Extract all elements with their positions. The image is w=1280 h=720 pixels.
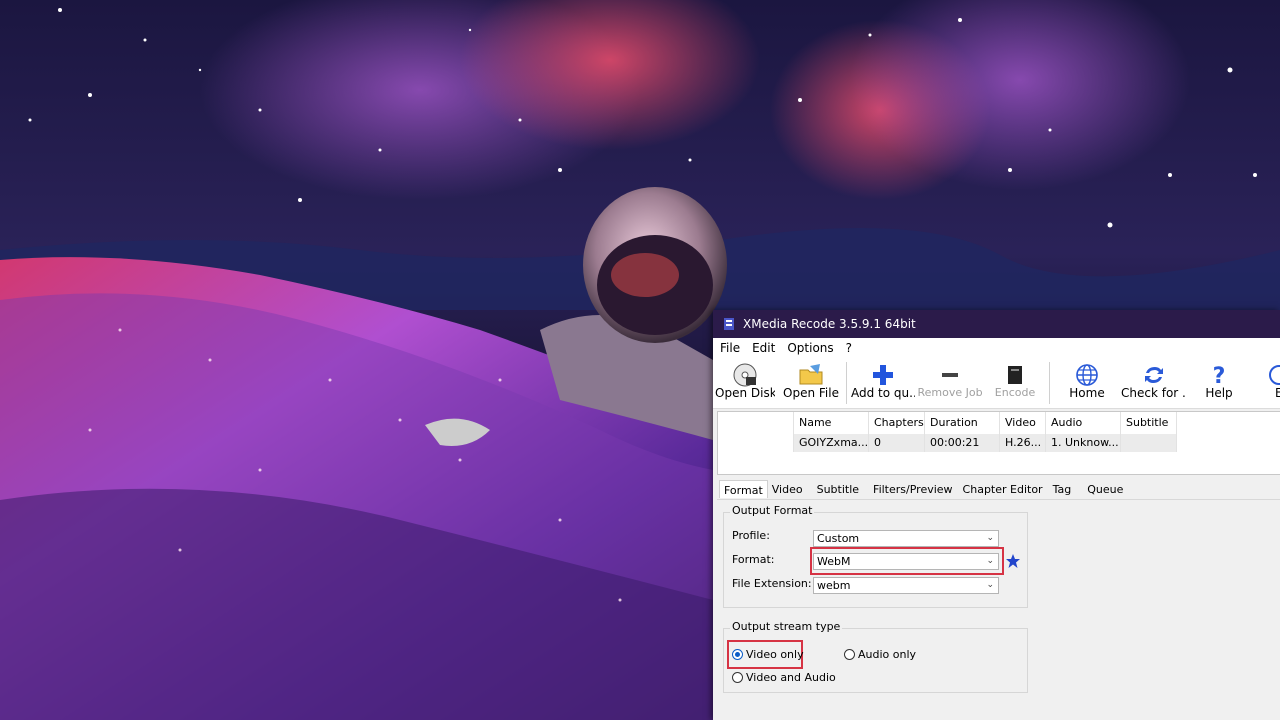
svg-text:?: ? bbox=[1213, 364, 1226, 388]
toolbar-separator bbox=[1049, 362, 1050, 404]
encode-label: Encode bbox=[994, 386, 1036, 399]
star-icon[interactable] bbox=[1005, 553, 1021, 569]
video-and-audio-label: Video and Audio bbox=[746, 671, 836, 684]
disc-icon bbox=[733, 363, 757, 387]
output-stream-type-group: Output stream type Video only Audio only… bbox=[723, 620, 1028, 693]
column-header[interactable]: Chapters bbox=[869, 412, 925, 434]
menu-bar: File Edit Options ? bbox=[713, 338, 1280, 358]
cell-chapters: 0 bbox=[869, 434, 925, 452]
column-header[interactable]: Duration bbox=[925, 412, 1000, 434]
refresh-icon bbox=[1145, 367, 1163, 383]
output-format-group: Output Format Profile: Custom ⌄ Format: … bbox=[723, 504, 1028, 608]
window-title: XMedia Recode 3.5.9.1 64bit bbox=[743, 317, 916, 331]
menu-edit[interactable]: Edit bbox=[746, 341, 781, 355]
check-for-updates-button[interactable]: Check for ... bbox=[1121, 358, 1187, 408]
table-row[interactable]: GOIYZxma... 0 00:00:21 H.26... 1. Unknow… bbox=[718, 434, 1177, 452]
audio-only-label: Audio only bbox=[858, 648, 917, 661]
column-blank bbox=[718, 412, 794, 434]
check-for-label: Check for ... bbox=[1121, 386, 1187, 400]
radio-unchecked-icon bbox=[844, 649, 855, 660]
globe-icon bbox=[1076, 364, 1098, 386]
video-only-radio[interactable]: Video only bbox=[732, 648, 804, 661]
cell-duration: 00:00:21 bbox=[925, 434, 1000, 452]
format-panel: Output Format Profile: Custom ⌄ Format: … bbox=[717, 499, 1280, 720]
profile-value: Custom bbox=[817, 532, 860, 545]
app-icon bbox=[724, 318, 734, 330]
file-extension-label: File Extension: bbox=[732, 577, 812, 590]
audio-only-radio[interactable]: Audio only bbox=[844, 648, 916, 661]
radio-unchecked-icon bbox=[732, 672, 743, 683]
open-disk-label: Open Disk bbox=[715, 386, 775, 400]
partial-toolbar-button[interactable]: E bbox=[1261, 358, 1280, 408]
title-bar[interactable]: XMedia Recode 3.5.9.1 64bit bbox=[713, 310, 1280, 338]
help-button[interactable]: ? Help bbox=[1193, 358, 1245, 408]
column-header[interactable]: Audio bbox=[1046, 412, 1121, 434]
format-label: Format: bbox=[732, 553, 775, 566]
format-select[interactable]: WebM ⌄ bbox=[813, 553, 999, 570]
home-button[interactable]: Home bbox=[1059, 358, 1115, 408]
row-blank bbox=[718, 434, 794, 452]
tab-video[interactable]: Video bbox=[772, 480, 803, 498]
toolbar-separator bbox=[846, 362, 847, 404]
add-to-queue-label: Add to qu... bbox=[851, 386, 915, 400]
column-header[interactable]: Video bbox=[1000, 412, 1046, 434]
tab-queue[interactable]: Queue bbox=[1087, 480, 1123, 498]
tab-filters-preview[interactable]: Filters/Preview bbox=[873, 480, 953, 498]
folder-icon bbox=[799, 364, 823, 385]
cell-audio: 1. Unknow... bbox=[1046, 434, 1121, 452]
tab-bar: Format Video Subtitle Filters/Preview Ch… bbox=[713, 480, 1280, 498]
output-format-title: Output Format bbox=[730, 504, 815, 517]
chevron-down-icon: ⌄ bbox=[986, 580, 994, 590]
file-extension-value: webm bbox=[817, 579, 851, 592]
profile-label: Profile: bbox=[732, 529, 770, 542]
add-to-queue-button[interactable]: Add to qu... bbox=[851, 358, 915, 408]
cell-subtitle bbox=[1121, 434, 1177, 452]
file-extension-select[interactable]: webm ⌄ bbox=[813, 577, 999, 594]
plus-icon bbox=[873, 365, 893, 385]
column-header[interactable]: Subtitle bbox=[1121, 412, 1177, 434]
profile-select[interactable]: Custom ⌄ bbox=[813, 530, 999, 547]
file-list-table[interactable]: Name Chapters Duration Video Audio Subti… bbox=[717, 411, 1280, 475]
remove-job-label: Remove Job bbox=[917, 386, 983, 399]
format-value: WebM bbox=[817, 555, 851, 568]
remove-job-button[interactable]: Remove Job bbox=[917, 358, 983, 408]
xmedia-recode-window: XMedia Recode 3.5.9.1 64bit File Edit Op… bbox=[713, 310, 1280, 720]
home-label: Home bbox=[1069, 386, 1105, 400]
radio-checked-icon bbox=[732, 649, 743, 660]
column-header[interactable]: Name bbox=[794, 412, 869, 434]
table-header: Name Chapters Duration Video Audio Subti… bbox=[718, 412, 1177, 434]
help-icon: ? bbox=[1213, 364, 1226, 388]
toolbar: Open Disk Open File Add to qu... Remove … bbox=[713, 358, 1280, 409]
help-label: Help bbox=[1205, 386, 1233, 400]
cell-video: H.26... bbox=[1000, 434, 1046, 452]
encode-button[interactable]: Encode bbox=[989, 358, 1041, 408]
video-only-label: Video only bbox=[746, 648, 804, 661]
open-disk-button[interactable]: Open Disk bbox=[715, 358, 775, 408]
open-file-button[interactable]: Open File bbox=[781, 358, 841, 408]
tab-chapter-editor[interactable]: Chapter Editor bbox=[963, 480, 1043, 498]
menu-file[interactable]: File bbox=[713, 341, 746, 355]
open-file-label: Open File bbox=[783, 386, 839, 400]
output-stream-type-title: Output stream type bbox=[730, 620, 843, 633]
partial-icon bbox=[1269, 365, 1280, 385]
cell-name: GOIYZxma... bbox=[794, 434, 869, 452]
chevron-down-icon: ⌄ bbox=[986, 533, 994, 543]
encode-icon bbox=[1008, 366, 1022, 384]
tab-format[interactable]: Format bbox=[719, 480, 768, 498]
chevron-down-icon: ⌄ bbox=[986, 556, 994, 566]
minus-icon bbox=[942, 373, 958, 377]
menu-help[interactable]: ? bbox=[840, 341, 858, 355]
partial-label: E bbox=[1275, 386, 1280, 400]
tab-tag[interactable]: Tag bbox=[1053, 480, 1072, 498]
tab-subtitle[interactable]: Subtitle bbox=[817, 480, 859, 498]
video-and-audio-radio[interactable]: Video and Audio bbox=[732, 671, 836, 684]
menu-options[interactable]: Options bbox=[781, 341, 839, 355]
